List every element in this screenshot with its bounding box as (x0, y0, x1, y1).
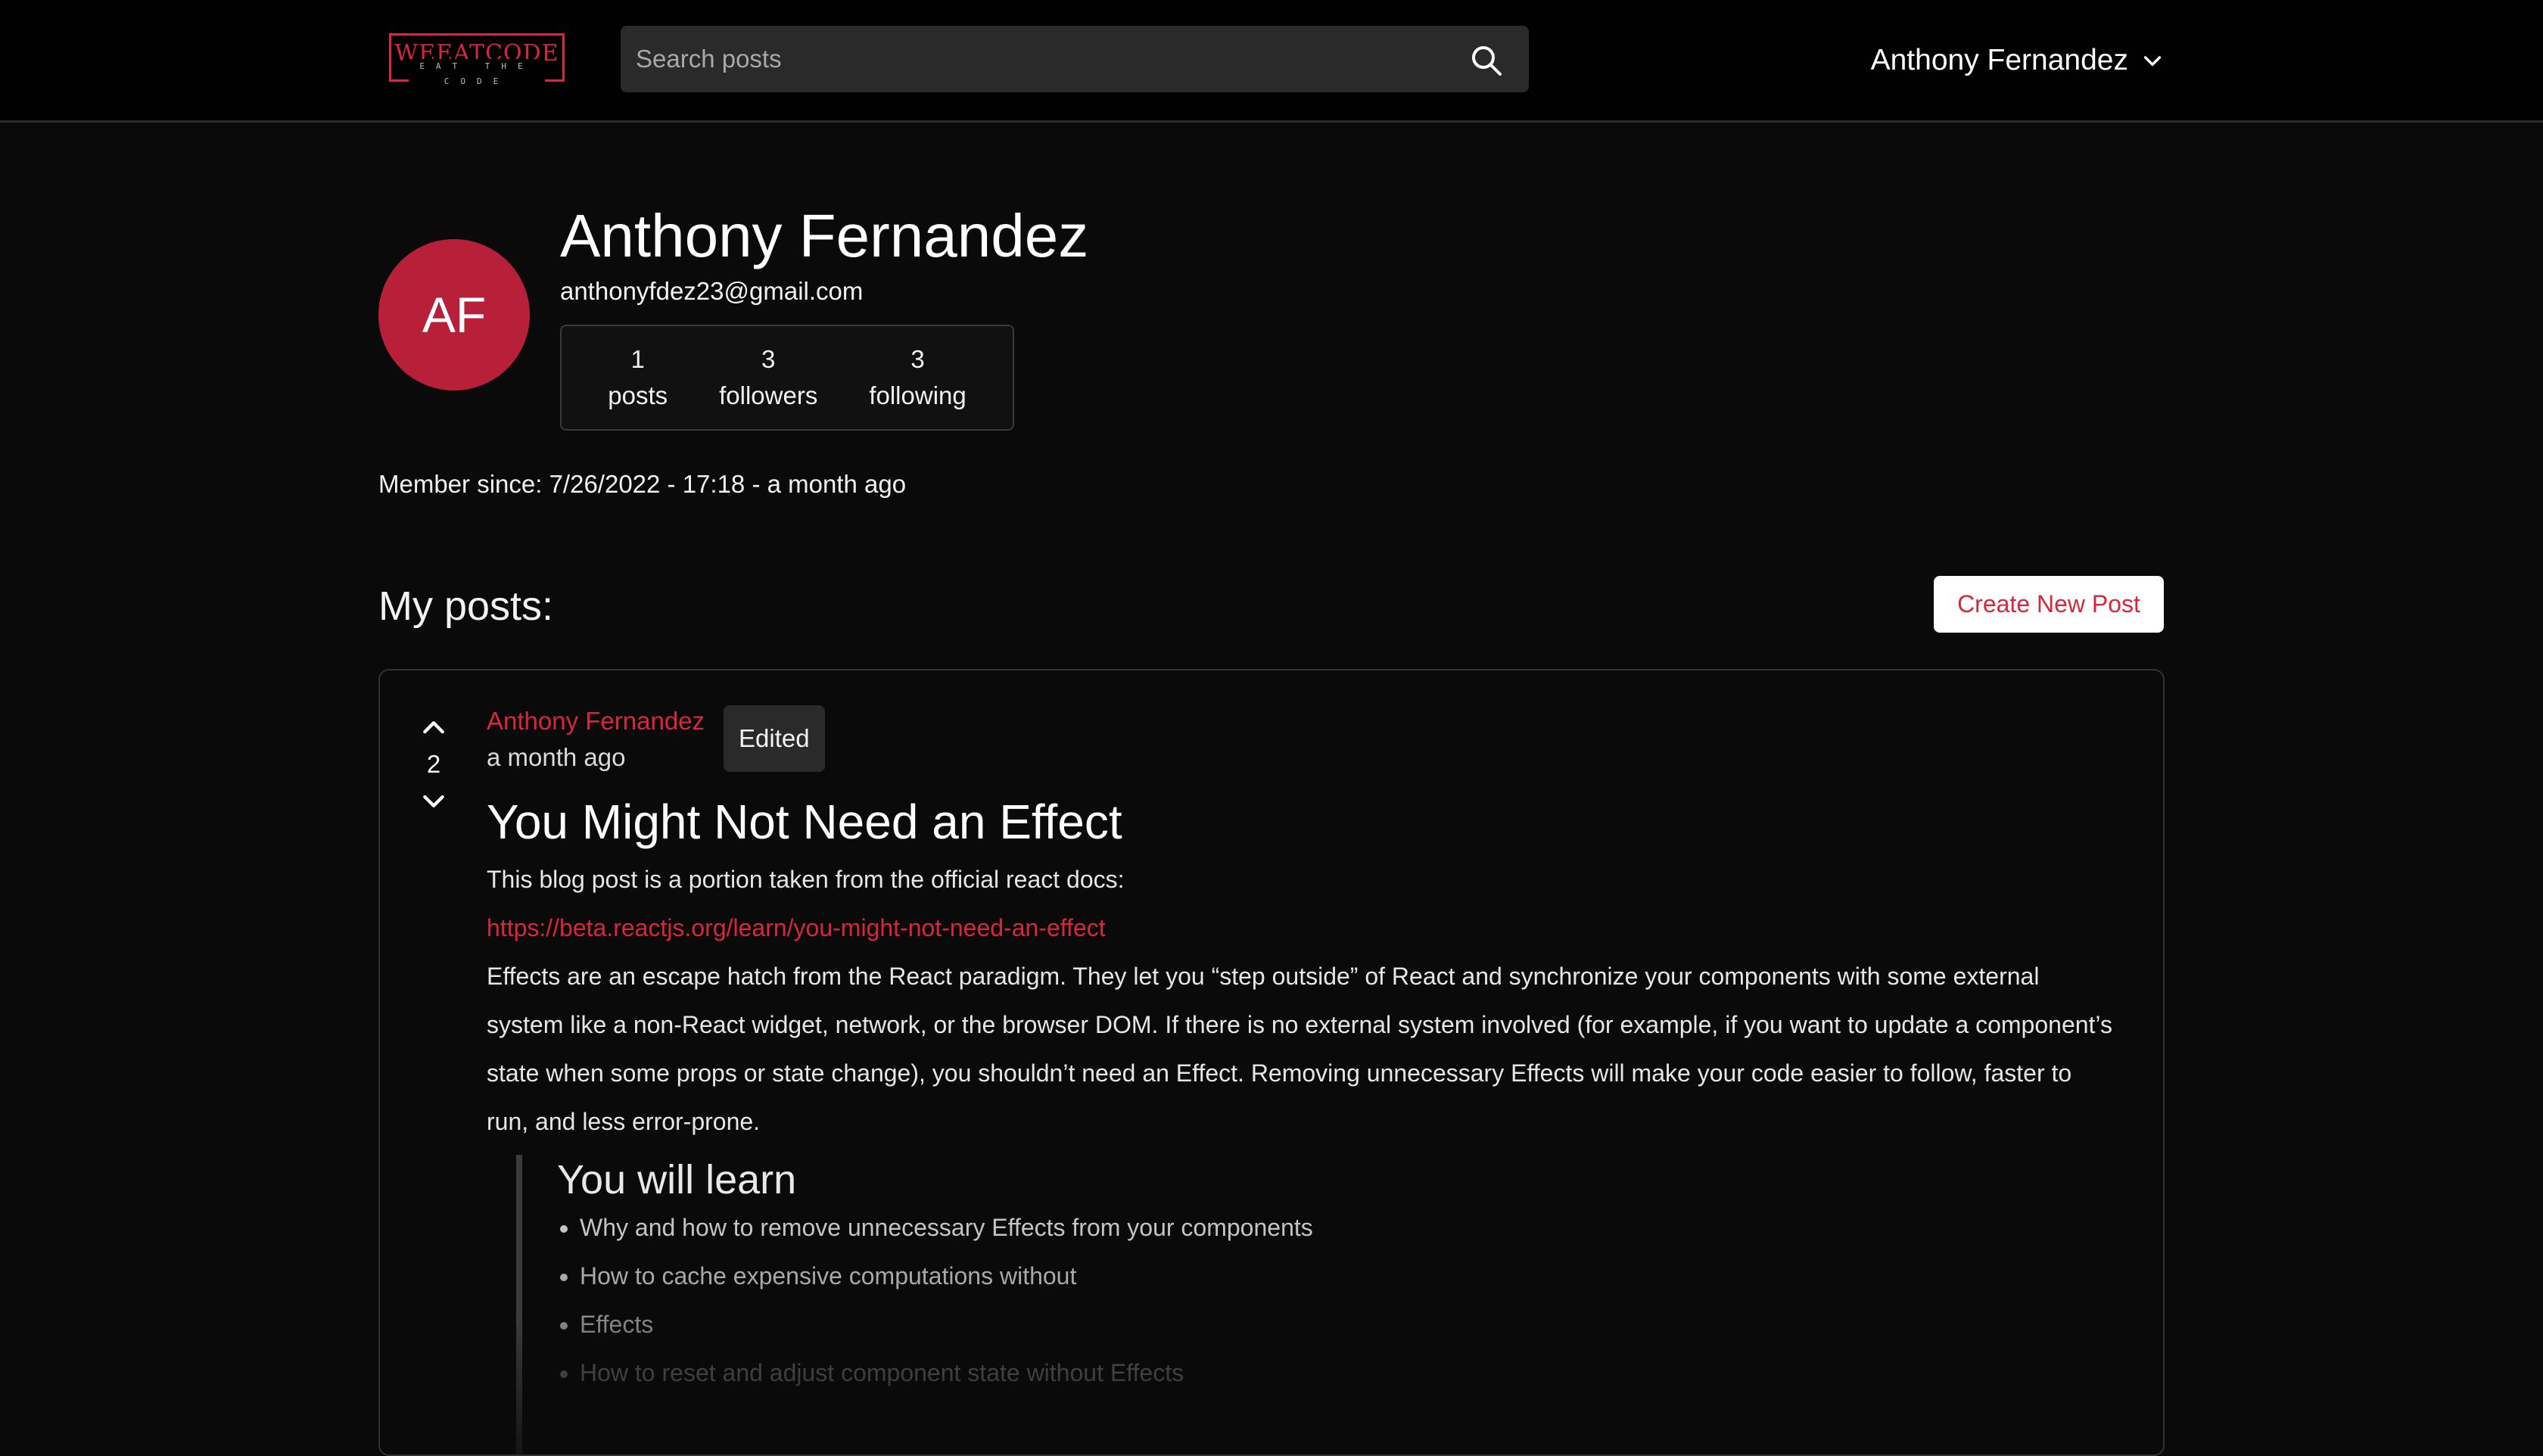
edited-label: Edited (739, 724, 810, 752)
stat-followers[interactable]: 3 followers (693, 341, 843, 414)
post-author-link[interactable]: Anthony Fernandez (487, 704, 705, 739)
chevron-down-icon (2143, 56, 2162, 67)
logo-tagline: EAT THE CODE (409, 59, 545, 89)
stat-count: 3 (761, 345, 776, 373)
user-menu-dropdown[interactable]: Anthony Fernandez (1847, 33, 2165, 88)
react-docs-link[interactable]: https://beta.reactjs.org/learn/you-might… (487, 904, 1106, 952)
vote-count: 2 (426, 750, 441, 778)
list-item: How to reset and adjust component state … (557, 1349, 2030, 1397)
profile-email: anthonyfdez23@gmail.com (560, 277, 864, 305)
user-menu-name: Anthony Fernandez (1870, 44, 2128, 76)
list-item: Why and how to remove unnecessary Effect… (557, 1203, 2030, 1252)
post-title[interactable]: You Might Not Need an Effect (487, 790, 1122, 854)
learn-list: Why and how to remove unnecessary Effect… (557, 1203, 2030, 1397)
edited-badge: Edited (724, 705, 825, 772)
vote-controls: 2 (415, 713, 453, 816)
post-timestamp: a month ago (487, 743, 626, 771)
member-since: Member since: 7/26/2022 - 17:18 - a mont… (378, 470, 907, 498)
list-item: Effects (557, 1300, 2030, 1349)
post-paragraph: Effects are an escape hatch from the Rea… (487, 963, 2112, 1135)
profile-stats: 1 posts 3 followers 3 following (560, 325, 1014, 431)
stat-posts[interactable]: 1 posts (582, 341, 693, 414)
stat-label: posts (608, 381, 668, 409)
profile-name: Anthony Fernandez (560, 202, 1089, 269)
post-body: This blog post is a portion taken from t… (487, 855, 2114, 1146)
stat-label: followers (719, 381, 818, 409)
top-navbar: WEEATCODE EAT THE CODE Anthony Fernandez (0, 0, 2543, 123)
avatar: AF (378, 239, 530, 390)
search-input[interactable] (636, 26, 1453, 92)
avatar-initials: AF (422, 287, 487, 343)
upvote-icon[interactable] (419, 713, 449, 743)
create-new-post-button[interactable]: Create New Post (1934, 576, 2164, 633)
quote-title: You will learn (557, 1157, 797, 1202)
stat-count: 3 (910, 345, 925, 373)
post-blockquote: You will learn Why and how to remove unn… (516, 1155, 2030, 1454)
search-icon[interactable] (1468, 42, 1505, 79)
post-card: 2 Anthony Fernandez a month ago Edited Y… (378, 669, 2165, 1456)
stat-following[interactable]: 3 following (843, 341, 991, 414)
stat-count: 1 (630, 345, 645, 373)
weeatcode-logo[interactable]: WEEATCODE EAT THE CODE (389, 33, 565, 89)
post-intro: This blog post is a portion taken from t… (487, 866, 1125, 893)
stat-label: following (869, 381, 966, 409)
downvote-icon[interactable] (419, 786, 449, 816)
search-bar (621, 26, 1529, 92)
list-item: How to cache expensive computations with… (557, 1252, 2030, 1300)
my-posts-heading: My posts: (378, 583, 554, 629)
